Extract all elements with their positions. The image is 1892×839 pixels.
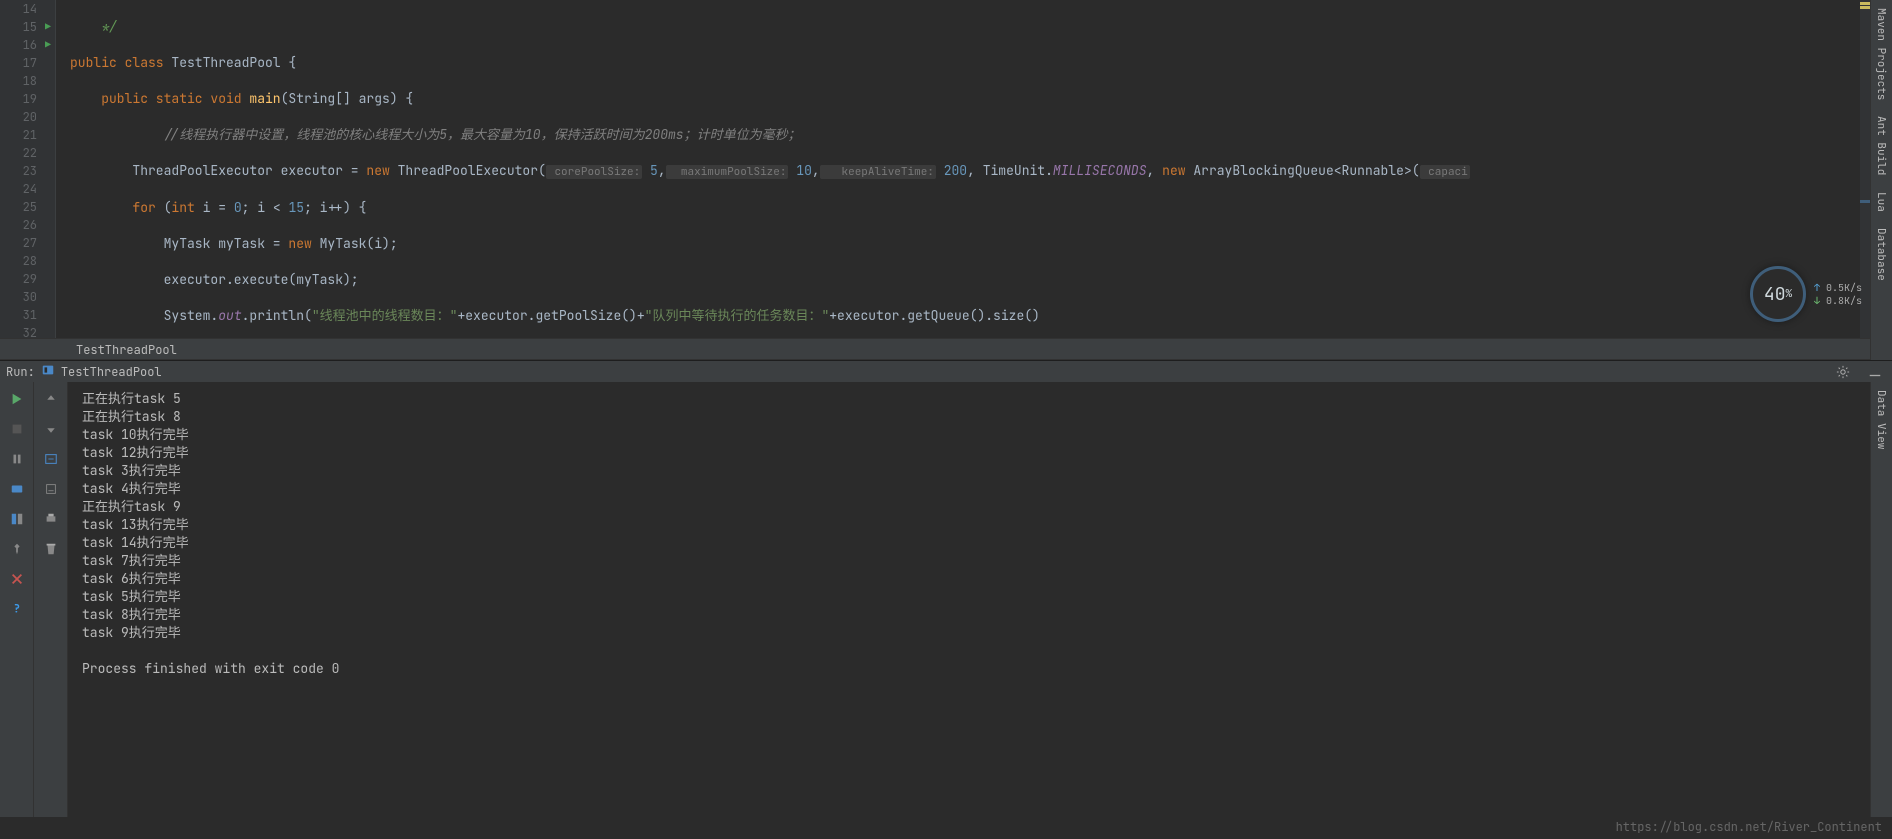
marker-info[interactable]: [1860, 200, 1870, 203]
line-number: 30: [0, 288, 37, 306]
run-config-icon: [41, 363, 55, 381]
line-number: 21: [0, 126, 37, 144]
line-number[interactable]: 15: [0, 18, 37, 36]
line-number: 23: [0, 162, 37, 180]
run-config-name[interactable]: TestThreadPool: [61, 364, 162, 380]
settings-icon[interactable]: [1832, 361, 1854, 383]
line-number: 19: [0, 90, 37, 108]
line-number: 25: [0, 198, 37, 216]
watermark: https://blog.csdn.net/River_Continent: [1616, 819, 1882, 835]
editor-area: 14 15 16 17 18 19 20 21 22 23 24 25 26 2…: [0, 0, 1892, 338]
rerun-button[interactable]: [6, 388, 28, 410]
scroll-to-end-button[interactable]: [40, 478, 62, 500]
line-number[interactable]: 16: [0, 36, 37, 54]
line-number: 22: [0, 144, 37, 162]
run-panel: ? 正在执行task 5 正在执行task 8 task 10执行完毕 task…: [0, 382, 1892, 817]
tool-tab-database[interactable]: Database: [1871, 220, 1891, 289]
run-tool-header: Run: TestThreadPool: [0, 360, 1892, 382]
line-number: 14: [0, 0, 37, 18]
percent-circle[interactable]: 40%: [1750, 266, 1806, 322]
pause-button[interactable]: [6, 448, 28, 470]
down-stack-button[interactable]: [40, 418, 62, 440]
marker-warning[interactable]: [1860, 6, 1870, 9]
svg-text:?: ?: [13, 602, 20, 616]
tool-tab-lua[interactable]: Lua: [1871, 184, 1891, 220]
gutter: 14 15 16 17 18 19 20 21 22 23 24 25 26 2…: [0, 0, 56, 338]
code-editor[interactable]: */ public class TestThreadPool { public …: [56, 0, 1892, 338]
tool-tab-dataview[interactable]: Data View: [1871, 382, 1891, 457]
upload-speed: 0.5K/s: [1814, 281, 1862, 294]
pin-button[interactable]: [6, 538, 28, 560]
help-button[interactable]: ?: [6, 598, 28, 620]
marker-warning[interactable]: [1860, 2, 1870, 5]
dump-threads-button[interactable]: [6, 478, 28, 500]
line-number: 31: [0, 306, 37, 324]
line-number: 17: [0, 54, 37, 72]
minimize-icon[interactable]: [1864, 361, 1886, 383]
download-speed: 0.8K/s: [1814, 294, 1862, 307]
right-tool-sidebar: Maven Projects Ant Build Lua Database: [1870, 0, 1892, 360]
run-toolbar-left: ?: [0, 382, 34, 817]
soft-wrap-button[interactable]: [40, 448, 62, 470]
breadcrumb[interactable]: TestThreadPool: [0, 338, 1892, 360]
close-button[interactable]: [6, 568, 28, 590]
stop-button[interactable]: [6, 418, 28, 440]
line-number: 18: [0, 72, 37, 90]
net-speed-widget: 40% 0.5K/s 0.8K/s: [1750, 266, 1862, 322]
restore-layout-button[interactable]: [6, 508, 28, 530]
print-button[interactable]: [40, 508, 62, 530]
run-toolbar-console: [34, 382, 68, 817]
line-number: 27: [0, 234, 37, 252]
up-stack-button[interactable]: [40, 388, 62, 410]
line-number: 29: [0, 270, 37, 288]
tool-tab-maven[interactable]: Maven Projects: [1871, 0, 1891, 108]
tool-tab-ant[interactable]: Ant Build: [1871, 108, 1891, 183]
clear-all-button[interactable]: [40, 538, 62, 560]
line-number: 32: [0, 324, 37, 342]
line-number: 24: [0, 180, 37, 198]
run-label: Run:: [6, 364, 35, 380]
right-tool-sidebar-lower: Data View: [1870, 382, 1892, 817]
console-output[interactable]: 正在执行task 5 正在执行task 8 task 10执行完毕 task 1…: [68, 382, 1870, 817]
line-number: 20: [0, 108, 37, 126]
line-number: 28: [0, 252, 37, 270]
line-number: 26: [0, 216, 37, 234]
